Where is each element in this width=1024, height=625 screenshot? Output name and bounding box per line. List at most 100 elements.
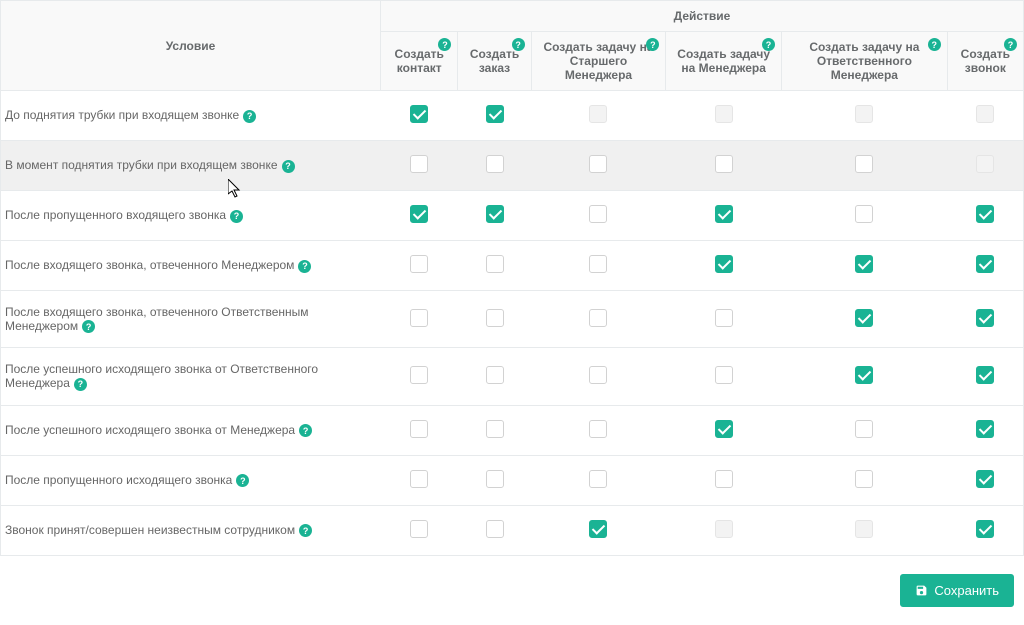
help-icon[interactable]: ? xyxy=(1004,38,1017,51)
checkbox-cell xyxy=(458,291,531,348)
checkbox[interactable] xyxy=(715,255,733,273)
checkbox-cell xyxy=(666,191,782,241)
condition-cell: После пропущенного входящего звонка? xyxy=(1,191,381,241)
checkbox[interactable] xyxy=(486,255,504,273)
checkbox[interactable] xyxy=(589,366,607,384)
checkbox-cell xyxy=(531,241,666,291)
checkbox[interactable] xyxy=(976,520,994,538)
checkbox[interactable] xyxy=(855,309,873,327)
help-icon[interactable]: ? xyxy=(512,38,525,51)
help-icon[interactable]: ? xyxy=(74,378,87,391)
checkbox[interactable] xyxy=(410,366,428,384)
save-button[interactable]: Сохранить xyxy=(900,574,1014,607)
checkbox[interactable] xyxy=(715,420,733,438)
checkbox[interactable] xyxy=(410,255,428,273)
action-header-0: Создать контакт? xyxy=(381,32,458,91)
checkbox xyxy=(715,520,733,538)
checkbox[interactable] xyxy=(976,205,994,223)
checkbox-cell xyxy=(531,348,666,405)
checkbox xyxy=(589,105,607,123)
checkbox xyxy=(855,520,873,538)
checkbox-cell xyxy=(531,455,666,505)
condition-label: После входящего звонка, отвеченного Мене… xyxy=(5,258,294,272)
checkbox-cell xyxy=(947,91,1023,141)
checkbox[interactable] xyxy=(715,309,733,327)
checkbox[interactable] xyxy=(589,520,607,538)
checkbox[interactable] xyxy=(486,205,504,223)
table-row: После успешного исходящего звонка от Отв… xyxy=(1,348,1024,405)
checkbox-cell xyxy=(666,505,782,555)
help-icon[interactable]: ? xyxy=(299,524,312,537)
help-icon[interactable]: ? xyxy=(646,38,659,51)
checkbox xyxy=(976,105,994,123)
checkbox[interactable] xyxy=(855,366,873,384)
checkbox[interactable] xyxy=(486,309,504,327)
checkbox[interactable] xyxy=(486,520,504,538)
checkbox[interactable] xyxy=(855,155,873,173)
checkbox[interactable] xyxy=(855,470,873,488)
condition-label: После успешного исходящего звонка от Отв… xyxy=(5,362,318,390)
help-icon[interactable]: ? xyxy=(762,38,775,51)
condition-cell: В момент поднятия трубки при входящем зв… xyxy=(1,141,381,191)
checkbox[interactable] xyxy=(976,366,994,384)
condition-label: После успешного исходящего звонка от Мен… xyxy=(5,423,295,437)
help-icon[interactable]: ? xyxy=(928,38,941,51)
help-icon[interactable]: ? xyxy=(236,474,249,487)
checkbox[interactable] xyxy=(976,420,994,438)
checkbox[interactable] xyxy=(410,520,428,538)
checkbox-cell xyxy=(947,348,1023,405)
checkbox-cell xyxy=(381,291,458,348)
condition-cell: После успешного исходящего звонка от Мен… xyxy=(1,405,381,455)
checkbox[interactable] xyxy=(976,255,994,273)
checkbox[interactable] xyxy=(410,420,428,438)
checkbox[interactable] xyxy=(486,420,504,438)
help-icon[interactable]: ? xyxy=(438,38,451,51)
checkbox[interactable] xyxy=(715,205,733,223)
checkbox[interactable] xyxy=(855,205,873,223)
help-icon[interactable]: ? xyxy=(282,160,295,173)
help-icon[interactable]: ? xyxy=(298,260,311,273)
condition-label: В момент поднятия трубки при входящем зв… xyxy=(5,158,278,172)
action-header-label: Создать задачу на Старшего Менеджера xyxy=(543,40,653,82)
checkbox[interactable] xyxy=(410,205,428,223)
checkbox[interactable] xyxy=(410,309,428,327)
checkbox[interactable] xyxy=(715,366,733,384)
checkbox[interactable] xyxy=(589,205,607,223)
checkbox[interactable] xyxy=(410,155,428,173)
help-icon[interactable]: ? xyxy=(82,320,95,333)
checkbox-cell xyxy=(782,405,948,455)
table-row: До поднятия трубки при входящем звонке? xyxy=(1,91,1024,141)
checkbox[interactable] xyxy=(715,470,733,488)
checkbox[interactable] xyxy=(715,155,733,173)
checkbox[interactable] xyxy=(410,105,428,123)
checkbox[interactable] xyxy=(855,420,873,438)
checkbox[interactable] xyxy=(589,255,607,273)
checkbox[interactable] xyxy=(589,470,607,488)
checkbox-cell xyxy=(531,141,666,191)
checkbox[interactable] xyxy=(486,366,504,384)
action-matrix-table: Условие Действие Создать контакт?Создать… xyxy=(0,0,1024,556)
checkbox[interactable] xyxy=(589,155,607,173)
checkbox[interactable] xyxy=(486,155,504,173)
checkbox[interactable] xyxy=(486,105,504,123)
checkbox xyxy=(976,155,994,173)
checkbox-cell xyxy=(666,405,782,455)
help-icon[interactable]: ? xyxy=(243,110,256,123)
help-icon[interactable]: ? xyxy=(230,210,243,223)
checkbox[interactable] xyxy=(976,470,994,488)
checkbox[interactable] xyxy=(410,470,428,488)
checkbox[interactable] xyxy=(855,255,873,273)
footer: Сохранить xyxy=(0,556,1024,625)
checkbox-cell xyxy=(782,505,948,555)
condition-label: До поднятия трубки при входящем звонке xyxy=(5,108,239,122)
checkbox[interactable] xyxy=(589,420,607,438)
help-icon[interactable]: ? xyxy=(299,424,312,437)
checkbox[interactable] xyxy=(976,309,994,327)
table-head: Условие Действие Создать контакт?Создать… xyxy=(1,1,1024,91)
table-row: После пропущенного входящего звонка? xyxy=(1,191,1024,241)
checkbox[interactable] xyxy=(589,309,607,327)
action-header-label: Создать звонок xyxy=(961,47,1010,75)
table-row: После пропущенного исходящего звонка? xyxy=(1,455,1024,505)
checkbox[interactable] xyxy=(486,470,504,488)
table-row: После успешного исходящего звонка от Мен… xyxy=(1,405,1024,455)
